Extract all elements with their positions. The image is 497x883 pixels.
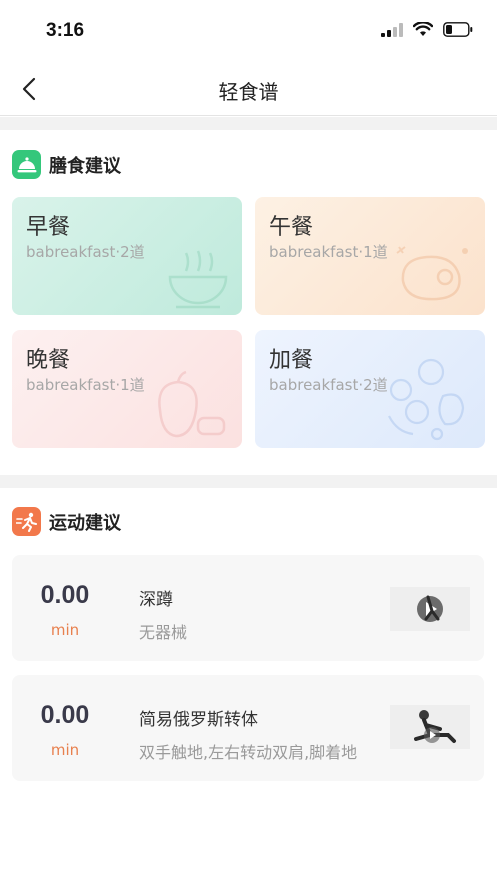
exercise-section-title: 运动建议	[49, 512, 121, 534]
exercise-name: 简易俄罗斯转体	[139, 710, 258, 730]
battery-icon	[443, 22, 473, 37]
meal-count: babreakfast·2道	[269, 376, 388, 394]
exercise-section-header: 运动建议	[12, 507, 121, 536]
exercise-description: 无器械	[139, 623, 188, 642]
exercise-card-russian-twist[interactable]: 0.00 min 简易俄罗斯转体 双手触地,左右转动双肩,脚着地	[12, 675, 484, 781]
cellular-signal-icon	[381, 22, 403, 37]
diet-section-title: 膳食建议	[49, 155, 121, 177]
meal-name: 加餐	[269, 348, 314, 373]
exercise-name: 深蹲	[139, 590, 173, 610]
status-icons	[381, 22, 473, 37]
bowl-icon	[168, 250, 228, 309]
exercise-description: 双手触地,左右转动双肩,脚着地	[139, 743, 358, 762]
fruit-mix-icon	[388, 358, 465, 441]
food-cloche-icon	[12, 150, 41, 179]
diet-section-header: 膳食建议	[12, 150, 121, 179]
exercise-duration-value: 0.00	[40, 701, 90, 729]
meal-card-dinner[interactable]: 晚餐 babreakfast·1道	[12, 330, 242, 448]
exercise-thumbnail[interactable]	[390, 587, 470, 631]
meal-name: 早餐	[26, 215, 71, 240]
running-icon	[12, 507, 41, 536]
pumpkin-icon	[158, 370, 226, 438]
meal-card-snack[interactable]: 加餐 babreakfast·2道	[255, 330, 485, 448]
exercise-duration-unit: min	[50, 741, 80, 759]
meal-card-lunch[interactable]: 午餐 babreakfast·1道	[255, 197, 485, 315]
exercise-duration-value: 0.00	[40, 581, 90, 609]
section-divider	[0, 475, 497, 488]
meal-count: babreakfast·2道	[26, 243, 145, 261]
meal-name: 晚餐	[26, 348, 71, 373]
page-title: 轻食谱	[218, 80, 279, 104]
exercise-card-squat[interactable]: 0.00 min 深蹲 无器械	[12, 555, 484, 661]
exercise-duration-unit: min	[50, 621, 80, 639]
meal-count: babreakfast·1道	[269, 243, 388, 261]
status-time: 3:16	[46, 20, 85, 41]
section-divider	[0, 117, 497, 130]
wifi-icon	[413, 22, 433, 36]
status-bar: 3:16	[0, 0, 497, 62]
meal-count: babreakfast·1道	[26, 376, 145, 394]
meal-name: 午餐	[269, 215, 314, 240]
exercise-thumbnail[interactable]	[390, 705, 470, 749]
steak-icon	[396, 246, 468, 301]
navigation-bar: 轻食谱	[0, 62, 497, 116]
meal-card-breakfast[interactable]: 早餐 babreakfast·2道	[12, 197, 242, 315]
